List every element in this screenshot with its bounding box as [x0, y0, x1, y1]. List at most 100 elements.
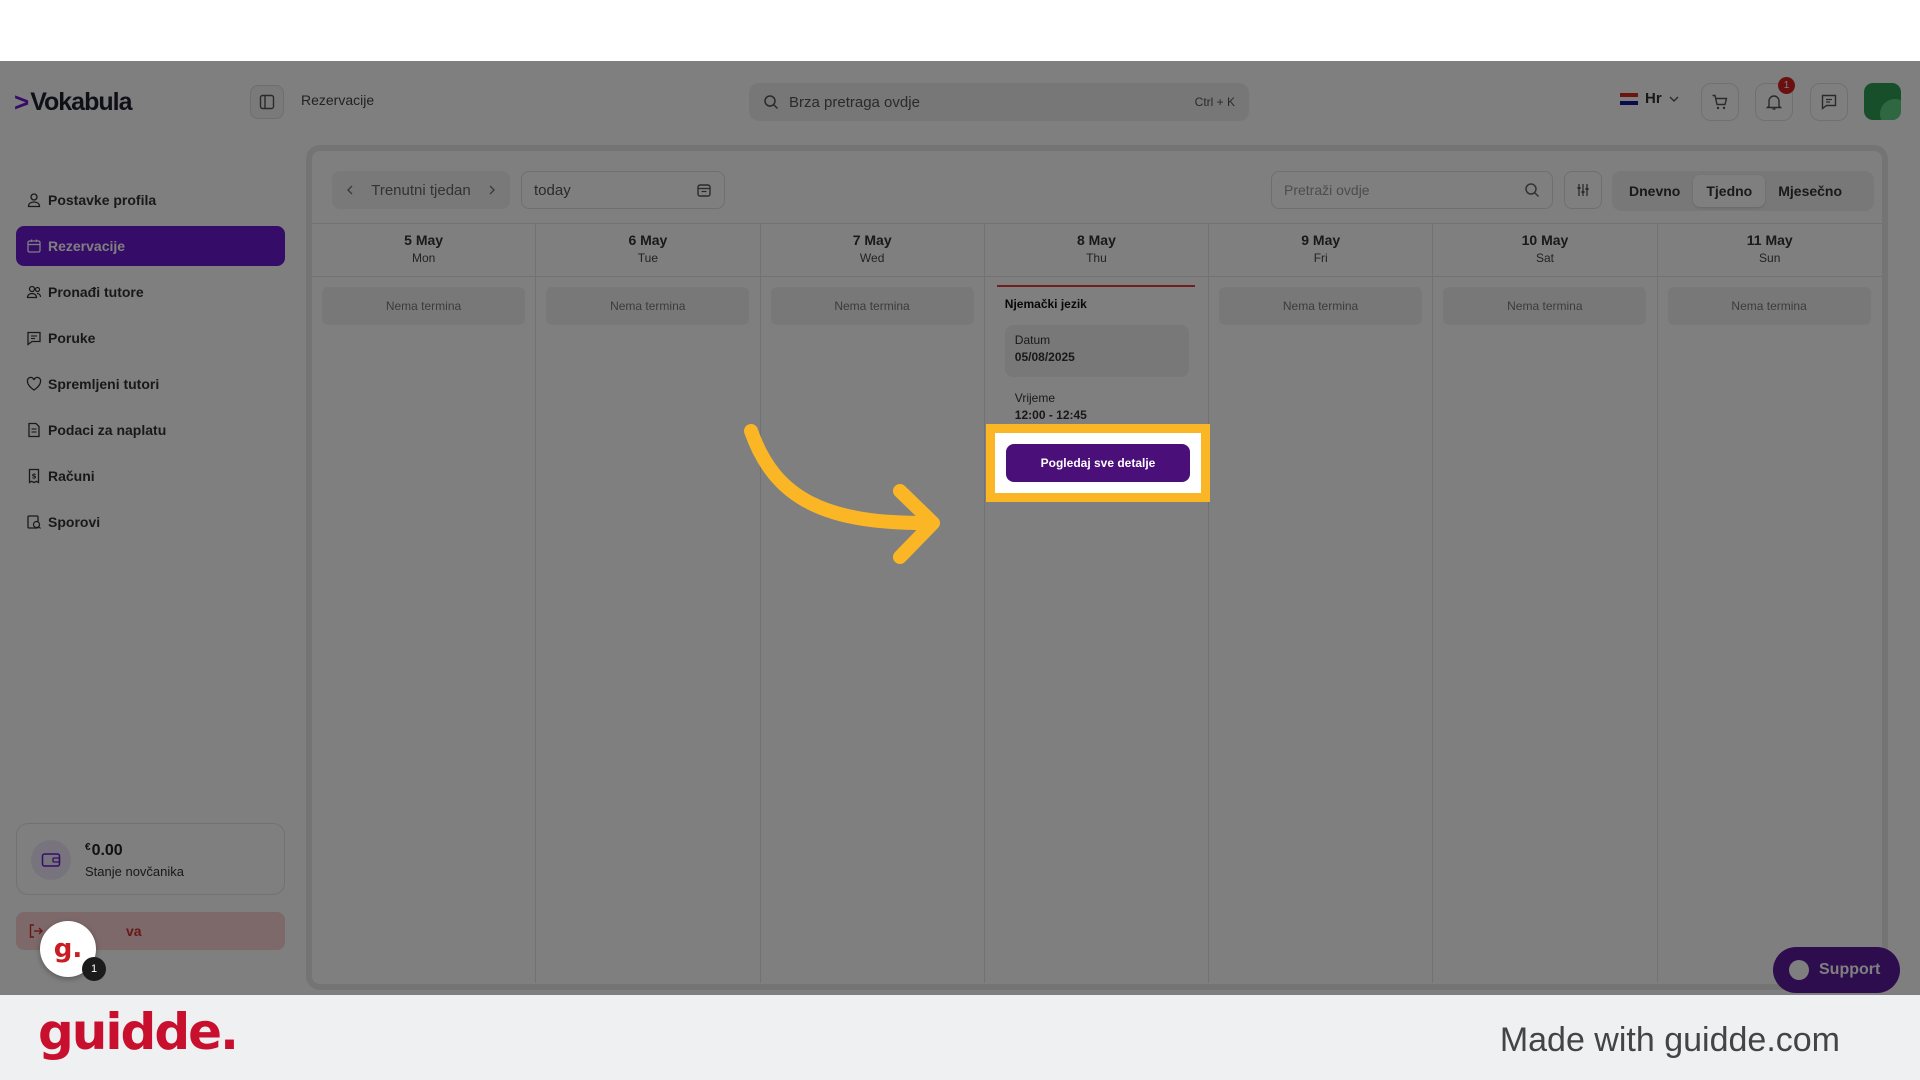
tab-weekly[interactable]: Tjedno	[1693, 175, 1766, 207]
logout-label: va	[126, 923, 142, 939]
no-appointments: Nema termina	[770, 287, 974, 325]
event-date-value: 05/08/2025	[1014, 350, 1075, 364]
notification-badge: 1	[1778, 77, 1795, 94]
language-selector[interactable]: Hr	[1620, 90, 1680, 107]
sidebar-item-label: Rezervacije	[48, 238, 126, 254]
day-of-week: Wed	[859, 251, 885, 265]
sidebar-item-disputes[interactable]: Sporovi	[16, 502, 285, 542]
chat-icon	[1821, 94, 1837, 110]
sidebar-item-messages[interactable]: Poruke	[16, 318, 285, 358]
sidebar-panel-icon	[259, 94, 275, 110]
event-title: Njemački jezik	[1004, 297, 1087, 311]
no-appointments: Nema termina	[546, 287, 750, 325]
no-appointments: Nema termina	[1219, 287, 1423, 325]
event-date-box: Datum 05/08/2025	[1004, 325, 1189, 377]
day-date: 10 May	[1521, 232, 1569, 248]
messages-button[interactable]	[1810, 83, 1848, 121]
top-header: > Vokabula Rezervacije Brza pretraga ovd…	[0, 61, 1920, 141]
global-search-input[interactable]: Brza pretraga ovdje Ctrl + K	[749, 83, 1249, 121]
user-avatar[interactable]	[1864, 83, 1901, 120]
support-button[interactable]: Support	[1773, 947, 1900, 993]
cart-icon	[1712, 94, 1728, 110]
sidebar-item-label: Podaci za naplatu	[48, 422, 167, 438]
sidebar-item-billing-info[interactable]: Podaci za naplatu	[16, 410, 285, 450]
no-appointments: Nema termina	[1667, 287, 1871, 325]
sidebar-item-reservations[interactable]: Rezervacije	[16, 226, 285, 266]
day-of-week: Sat	[1535, 251, 1554, 265]
croatia-flag-icon	[1620, 92, 1638, 105]
filter-button[interactable]	[1564, 171, 1602, 209]
day-date: 11 May	[1746, 232, 1793, 248]
day-column-sat: 10 May Sat Nema termina	[1433, 223, 1658, 983]
day-header: 6 May Tue	[536, 223, 760, 277]
logo-chevron-icon: >	[14, 87, 29, 117]
sidebar-toggle-button[interactable]	[250, 85, 284, 119]
calendar-icon[interactable]	[696, 182, 712, 198]
support-label: Support	[1819, 961, 1881, 978]
day-header: 9 May Fri	[1209, 223, 1433, 277]
sidebar-item-find-tutors[interactable]: Pronađi tutore	[16, 272, 285, 312]
calendar-search-placeholder: Pretraži ovdje	[1284, 182, 1370, 198]
tab-daily[interactable]: Dnevno	[1616, 175, 1693, 207]
sidebar-item-label: Poruke	[48, 330, 96, 346]
day-column-sun: 11 May Sun Nema termina	[1657, 223, 1882, 983]
wallet-icon	[31, 840, 71, 880]
date-picker-input[interactable]: today	[521, 171, 725, 209]
receipt-icon: $	[28, 468, 40, 484]
app-window: > Vokabula Rezervacije Brza pretraga ovd…	[0, 61, 1920, 995]
week-navigator[interactable]: Trenutni tjedan	[332, 171, 510, 209]
sidebar-item-label: Računi	[48, 468, 95, 484]
day-of-week: Sun	[1759, 251, 1781, 265]
day-header: 7 May Wed	[760, 223, 984, 277]
wallet-card[interactable]: €0.00 Stanje novčanika	[16, 823, 285, 895]
calendar-search-input[interactable]: Pretraži ovdje	[1271, 171, 1553, 209]
sidebar-item-invoices[interactable]: $ Računi	[16, 456, 285, 496]
tab-monthly[interactable]: Mjesečno	[1765, 175, 1855, 207]
calendar-panel: Trenutni tjedan today Pretraži ovdje Dne…	[306, 145, 1888, 990]
day-column-fri: 9 May Fri Nema termina	[1209, 223, 1434, 983]
day-of-week: Tue	[637, 251, 659, 265]
no-appointments: Nema termina	[1443, 287, 1647, 325]
day-date: 9 May	[1301, 232, 1341, 248]
chevron-down-icon	[1669, 96, 1679, 102]
event-time-value: 12:00 - 12:45	[1014, 408, 1087, 422]
language-label: Hr	[1645, 90, 1662, 107]
sidebar-item-profile-settings[interactable]: Postavke profila	[16, 180, 285, 220]
day-column-thu: 8 May Thu Njemački jezik Datum 05/08/202…	[984, 223, 1210, 983]
day-header: 8 May Thu	[984, 223, 1209, 277]
cart-button[interactable]	[1701, 83, 1739, 121]
user-icon	[27, 193, 41, 208]
view-switcher: Dnevno Tjedno Mjesečno	[1612, 171, 1874, 211]
sidebar-item-label: Sporovi	[48, 514, 101, 530]
no-appointments: Nema termina	[322, 287, 525, 325]
sidebar-item-label: Postavke profila	[48, 192, 157, 208]
view-all-details-button[interactable]: Pogledaj sve detalje	[1006, 444, 1190, 482]
date-value: today	[534, 181, 571, 199]
calendar-icon	[27, 239, 41, 253]
support-chat-icon	[1789, 960, 1809, 980]
guidde-widget-count: 1	[82, 957, 106, 981]
day-column-wed: 7 May Wed Nema termina	[760, 223, 985, 983]
week-label: Trenutni tjedan	[371, 181, 471, 199]
day-header: 11 May Sun	[1657, 223, 1882, 277]
guidde-logo: guidde.	[38, 1003, 239, 1061]
chevron-left-icon[interactable]	[344, 184, 356, 196]
highlight-frame: Pogledaj sve detalje	[986, 424, 1210, 502]
breadcrumb: Rezervacije	[301, 92, 375, 108]
event-card[interactable]: Njemački jezik Datum 05/08/2025 Vrijeme …	[996, 285, 1195, 430]
day-date: 6 May	[628, 232, 668, 248]
search-shortcut: Ctrl + K	[1194, 95, 1235, 109]
dispute-icon	[27, 515, 41, 529]
svg-text:$: $	[32, 473, 37, 481]
notifications-button[interactable]: 1	[1755, 77, 1795, 121]
chevron-right-icon[interactable]	[486, 184, 498, 196]
bell-icon	[1765, 95, 1783, 110]
logo-text: Vokabula	[30, 88, 132, 116]
day-header: 10 May Sat	[1433, 223, 1657, 277]
users-icon	[26, 285, 42, 299]
guidde-footer: guidde. Made with guidde.com	[0, 995, 1920, 1080]
logo[interactable]: > Vokabula	[14, 87, 132, 118]
search-icon	[1525, 183, 1540, 198]
search-icon	[764, 95, 779, 110]
sidebar-item-saved-tutors[interactable]: Spremljeni tutori	[16, 364, 285, 404]
